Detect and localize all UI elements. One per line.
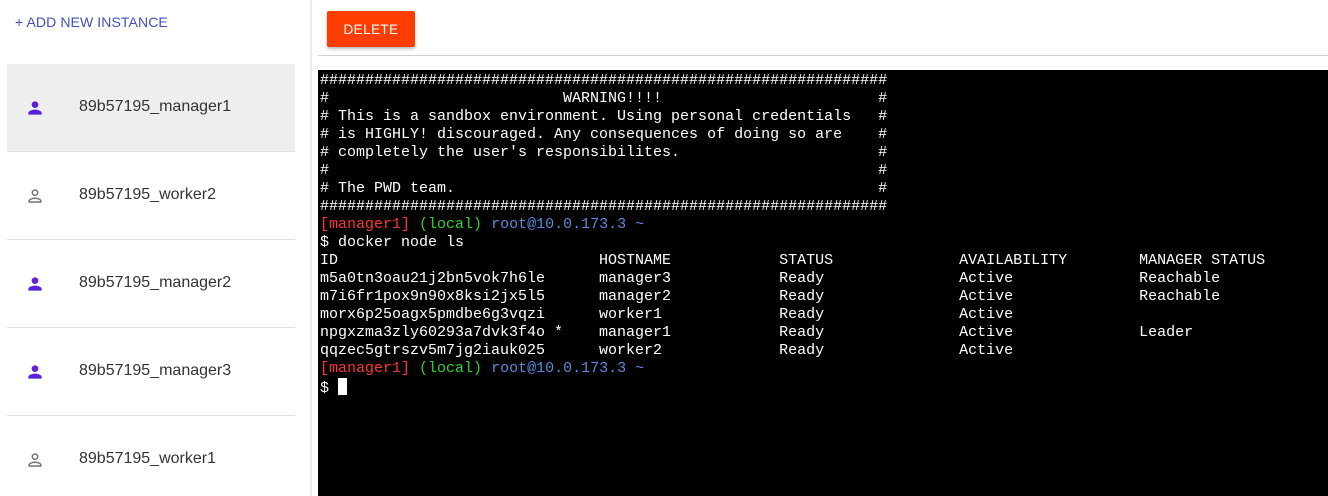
instance-label: 89b57195_worker1 — [79, 450, 216, 467]
prompt-user: root@10.0.173.3 — [491, 360, 627, 377]
terminal-output-line: m7i6fr1pox9n90x8ksi2jx5l5 manager2 Ready… — [320, 288, 1221, 305]
person-outline-icon — [25, 186, 45, 206]
terminal-banner-line: # is HIGHLY! discouraged. Any consequenc… — [320, 126, 888, 143]
terminal-cursor — [338, 378, 348, 395]
terminal-output-line: m5a0tn3oau21j2bn5vok7h6le manager3 Ready… — [320, 270, 1221, 287]
instance-item[interactable]: 89b57195_manager3 — [7, 328, 295, 416]
person-filled-icon — [25, 274, 45, 294]
prompt-user: root@10.0.173.3 — [491, 216, 627, 233]
instance-item[interactable]: 89b57195_worker2 — [7, 152, 295, 240]
terminal-output-line: qqzec5gtrszv5m7jg2iauk025 worker2 Ready … — [320, 342, 1014, 359]
terminal-output-line: ID HOSTNAME STATUS AVAILABILITY MANAGER … — [320, 252, 1266, 269]
person-filled-icon — [25, 98, 45, 118]
terminal-banner-line: # The PWD team. # — [320, 180, 888, 197]
instance-label: 89b57195_worker2 — [79, 186, 216, 203]
prompt-local: (local) — [419, 360, 483, 377]
terminal-banner-line: # This is a sandbox environment. Using p… — [320, 108, 888, 125]
terminal-final-prompt: $ — [320, 380, 339, 397]
instance-item[interactable]: 89b57195_worker1 — [7, 416, 295, 496]
prompt-dir: ~ — [635, 360, 645, 377]
terminal[interactable]: ########################################… — [318, 70, 1328, 496]
instance-label: 89b57195_manager3 — [79, 362, 232, 379]
app-root: + ADD NEW INSTANCE 89b57195_manager1 89b5… — [0, 0, 1328, 496]
instance-list: 89b57195_manager1 89b57195_worker2 89b5719… — [7, 64, 295, 496]
toolbar: DELETE — [318, 0, 1328, 56]
prompt-host: [manager1] — [320, 360, 411, 377]
prompt-dir: ~ — [635, 216, 645, 233]
add-new-instance-button[interactable]: + ADD NEW INSTANCE — [15, 14, 168, 34]
instance-item[interactable]: 89b57195_manager2 — [7, 240, 295, 328]
terminal-banner-line: # WARNING!!!! # — [320, 90, 888, 107]
sidebar: + ADD NEW INSTANCE 89b57195_manager1 89b5… — [0, 0, 312, 496]
prompt-local: (local) — [419, 216, 483, 233]
sidebar-divider — [310, 0, 312, 496]
person-outline-icon — [25, 450, 45, 470]
terminal-command: $ docker node ls — [320, 234, 465, 251]
person-filled-icon — [25, 362, 45, 382]
terminal-banner-line: ########################################… — [320, 198, 888, 215]
instance-label: 89b57195_manager1 — [79, 98, 232, 115]
terminal-prompt: [manager1] (local) root@10.0.173.3 ~ — [320, 216, 1328, 234]
prompt-host: [manager1] — [320, 216, 411, 233]
terminal-input-line[interactable]: $ — [320, 378, 1328, 397]
instance-item[interactable]: 89b57195_manager1 — [7, 64, 295, 152]
terminal-output-line: npgxzma3zly60293a7dvk3f4o * manager1 Rea… — [320, 324, 1194, 341]
terminal-banner-line: # # — [320, 162, 888, 179]
terminal-banner-line: # completely the user's responsibilites.… — [320, 144, 888, 161]
instance-label: 89b57195_manager2 — [79, 274, 232, 291]
terminal-output-line: morx6p25oagx5pmdbe6g3vqzi worker1 Ready … — [320, 306, 1014, 323]
delete-button[interactable]: DELETE — [327, 11, 415, 47]
terminal-banner-line: ########################################… — [320, 72, 888, 89]
terminal-prompt: [manager1] (local) root@10.0.173.3 ~ — [320, 360, 1328, 378]
